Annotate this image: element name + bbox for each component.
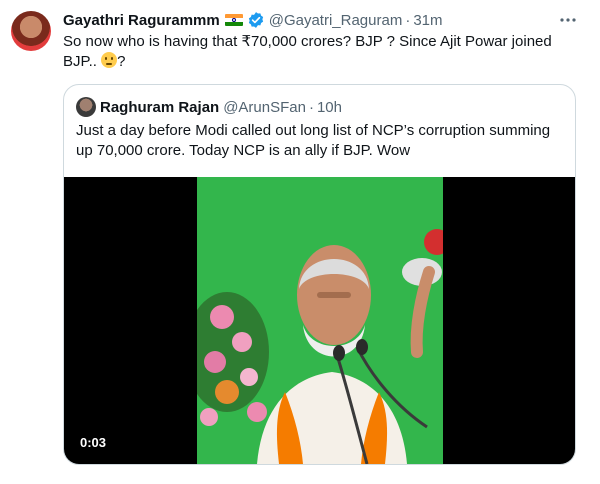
tweet-text-main: So now who is having that ₹70,000 crores… bbox=[63, 33, 552, 70]
separator-dot: · bbox=[405, 11, 411, 29]
video-frame bbox=[197, 177, 443, 464]
tweet[interactable]: Gayathri Ragurammm @Gayatri_Raguram · 31… bbox=[0, 0, 600, 484]
author-name[interactable]: Gayathri Ragurammm bbox=[63, 12, 220, 29]
india-flag-icon bbox=[224, 14, 243, 26]
quoted-tweet[interactable]: Raghuram Rajan @ArunSFan · 10h Just a da… bbox=[63, 84, 576, 465]
quoted-tweet-timestamp: 10h bbox=[316, 98, 342, 116]
tweet-header: Gayathri Ragurammm @Gayatri_Raguram · 31… bbox=[63, 10, 443, 30]
verified-badge-icon bbox=[248, 12, 263, 28]
author-avatar[interactable] bbox=[11, 11, 51, 51]
tweet-timestamp[interactable]: 31m bbox=[413, 12, 442, 29]
thinking-face-emoji bbox=[101, 52, 118, 68]
tweet-text-end: ? bbox=[117, 53, 126, 70]
video-player[interactable]: 0:03 bbox=[64, 177, 575, 464]
more-options-icon[interactable] bbox=[556, 8, 580, 32]
quoted-author-handle: @ArunSFan bbox=[223, 98, 306, 116]
quoted-author-avatar bbox=[76, 97, 96, 117]
quoted-tweet-header: Raghuram Rajan @ArunSFan · 10h bbox=[76, 97, 342, 117]
quoted-tweet-text: Just a day before Modi called out long l… bbox=[76, 122, 551, 159]
speaker-image bbox=[197, 177, 443, 464]
separator-dot: · bbox=[308, 98, 314, 116]
video-duration: 0:03 bbox=[80, 435, 107, 450]
tweet-text: So now who is having that ₹70,000 crores… bbox=[63, 32, 573, 72]
quoted-author-name: Raghuram Rajan bbox=[100, 98, 220, 116]
author-handle[interactable]: @Gayatri_Raguram bbox=[269, 12, 403, 29]
